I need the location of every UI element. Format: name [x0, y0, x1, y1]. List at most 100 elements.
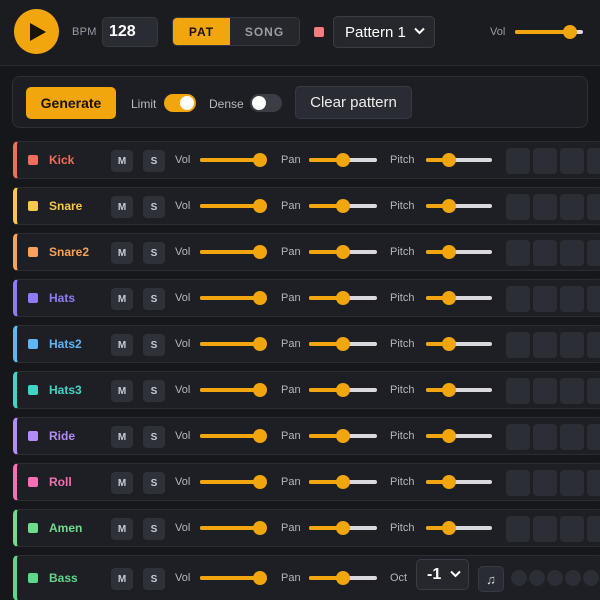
solo-button[interactable]: S [143, 380, 165, 402]
step-cell[interactable] [533, 424, 557, 450]
slider-thumb[interactable] [336, 475, 350, 489]
track-name[interactable]: Snare [49, 199, 82, 213]
slider-thumb[interactable] [252, 291, 267, 305]
track-pitch-slider[interactable] [426, 245, 492, 259]
step-cell[interactable] [533, 286, 557, 312]
step-cell[interactable] [506, 470, 530, 496]
track-pan-slider[interactable] [309, 337, 377, 351]
slider-thumb[interactable] [336, 571, 350, 585]
track-pitch-slider[interactable] [426, 429, 492, 443]
mute-button[interactable]: M [111, 472, 133, 494]
master-volume-slider[interactable] [515, 25, 583, 39]
track-pan-slider[interactable] [309, 245, 377, 259]
note-step-cell[interactable] [547, 570, 563, 586]
pattern-select[interactable]: Pattern 1 [333, 16, 435, 48]
solo-button[interactable]: S [143, 288, 165, 310]
slider-thumb[interactable] [336, 245, 350, 259]
note-step-cell[interactable] [583, 570, 599, 586]
slider-thumb[interactable] [442, 521, 457, 535]
step-cell[interactable] [506, 378, 530, 404]
step-cell[interactable] [533, 194, 557, 220]
mute-button[interactable]: M [111, 196, 133, 218]
slider-thumb[interactable] [252, 199, 267, 213]
track-pitch-slider[interactable] [426, 521, 492, 535]
track-pan-slider[interactable] [309, 521, 377, 535]
clear-pattern-button[interactable]: Clear pattern [295, 86, 412, 119]
slider-thumb[interactable] [252, 245, 267, 259]
slider-thumb[interactable] [336, 153, 350, 167]
mute-button[interactable]: M [111, 568, 133, 590]
mute-button[interactable]: M [111, 334, 133, 356]
slider-thumb[interactable] [336, 383, 350, 397]
track-pan-slider[interactable] [309, 429, 377, 443]
slider-thumb[interactable] [336, 521, 350, 535]
track-name[interactable]: Snare2 [49, 245, 89, 259]
track-volume-slider[interactable] [200, 291, 267, 305]
track-pitch-slider[interactable] [426, 291, 492, 305]
bpm-input[interactable] [102, 17, 158, 47]
step-cell[interactable] [587, 148, 600, 174]
step-cell[interactable] [560, 470, 584, 496]
slider-thumb[interactable] [442, 245, 457, 259]
track-pan-slider[interactable] [309, 475, 377, 489]
slider-thumb[interactable] [252, 521, 267, 535]
track-name[interactable]: Hats [49, 291, 75, 305]
step-cell[interactable] [587, 378, 600, 404]
mute-button[interactable]: M [111, 426, 133, 448]
step-cell[interactable] [560, 378, 584, 404]
slider-thumb[interactable] [563, 25, 578, 39]
track-volume-slider[interactable] [200, 521, 267, 535]
step-cell[interactable] [587, 240, 600, 266]
step-cell[interactable] [533, 470, 557, 496]
step-cell[interactable] [560, 194, 584, 220]
slider-thumb[interactable] [336, 291, 350, 305]
track-pan-slider[interactable] [309, 571, 377, 585]
music-note-button[interactable]: ♫ [478, 566, 504, 592]
slider-thumb[interactable] [252, 571, 267, 585]
solo-button[interactable]: S [143, 196, 165, 218]
track-volume-slider[interactable] [200, 245, 267, 259]
mute-button[interactable]: M [111, 380, 133, 402]
mute-button[interactable]: M [111, 288, 133, 310]
step-cell[interactable] [533, 516, 557, 542]
track-pitch-slider[interactable] [426, 199, 492, 213]
track-pan-slider[interactable] [309, 291, 377, 305]
step-cell[interactable] [587, 470, 600, 496]
slider-thumb[interactable] [252, 337, 267, 351]
slider-thumb[interactable] [336, 429, 350, 443]
solo-button[interactable]: S [143, 334, 165, 356]
solo-button[interactable]: S [143, 472, 165, 494]
slider-thumb[interactable] [336, 199, 350, 213]
dense-toggle[interactable] [250, 94, 282, 112]
track-name[interactable]: Hats2 [49, 337, 82, 351]
slider-thumb[interactable] [336, 337, 350, 351]
step-cell[interactable] [506, 194, 530, 220]
track-pan-slider[interactable] [309, 383, 377, 397]
solo-button[interactable]: S [143, 150, 165, 172]
track-name[interactable]: Hats3 [49, 383, 82, 397]
slider-thumb[interactable] [442, 199, 457, 213]
track-volume-slider[interactable] [200, 199, 267, 213]
slider-thumb[interactable] [442, 153, 457, 167]
octave-select[interactable]: -1 [416, 559, 469, 590]
track-pitch-slider[interactable] [426, 475, 492, 489]
track-name[interactable]: Amen [49, 521, 82, 535]
track-volume-slider[interactable] [200, 337, 267, 351]
mode-pat-button[interactable]: PAT [173, 18, 230, 45]
step-cell[interactable] [587, 332, 600, 358]
step-cell[interactable] [506, 516, 530, 542]
solo-button[interactable]: S [143, 518, 165, 540]
slider-thumb[interactable] [442, 337, 457, 351]
slider-thumb[interactable] [442, 429, 457, 443]
play-button[interactable] [14, 9, 59, 54]
track-pan-slider[interactable] [309, 199, 377, 213]
solo-button[interactable]: S [143, 426, 165, 448]
step-cell[interactable] [506, 286, 530, 312]
note-step-cell[interactable] [511, 570, 527, 586]
track-volume-slider[interactable] [200, 475, 267, 489]
mute-button[interactable]: M [111, 242, 133, 264]
solo-button[interactable]: S [143, 242, 165, 264]
step-cell[interactable] [533, 332, 557, 358]
slider-thumb[interactable] [442, 383, 457, 397]
track-pitch-slider[interactable] [426, 153, 492, 167]
